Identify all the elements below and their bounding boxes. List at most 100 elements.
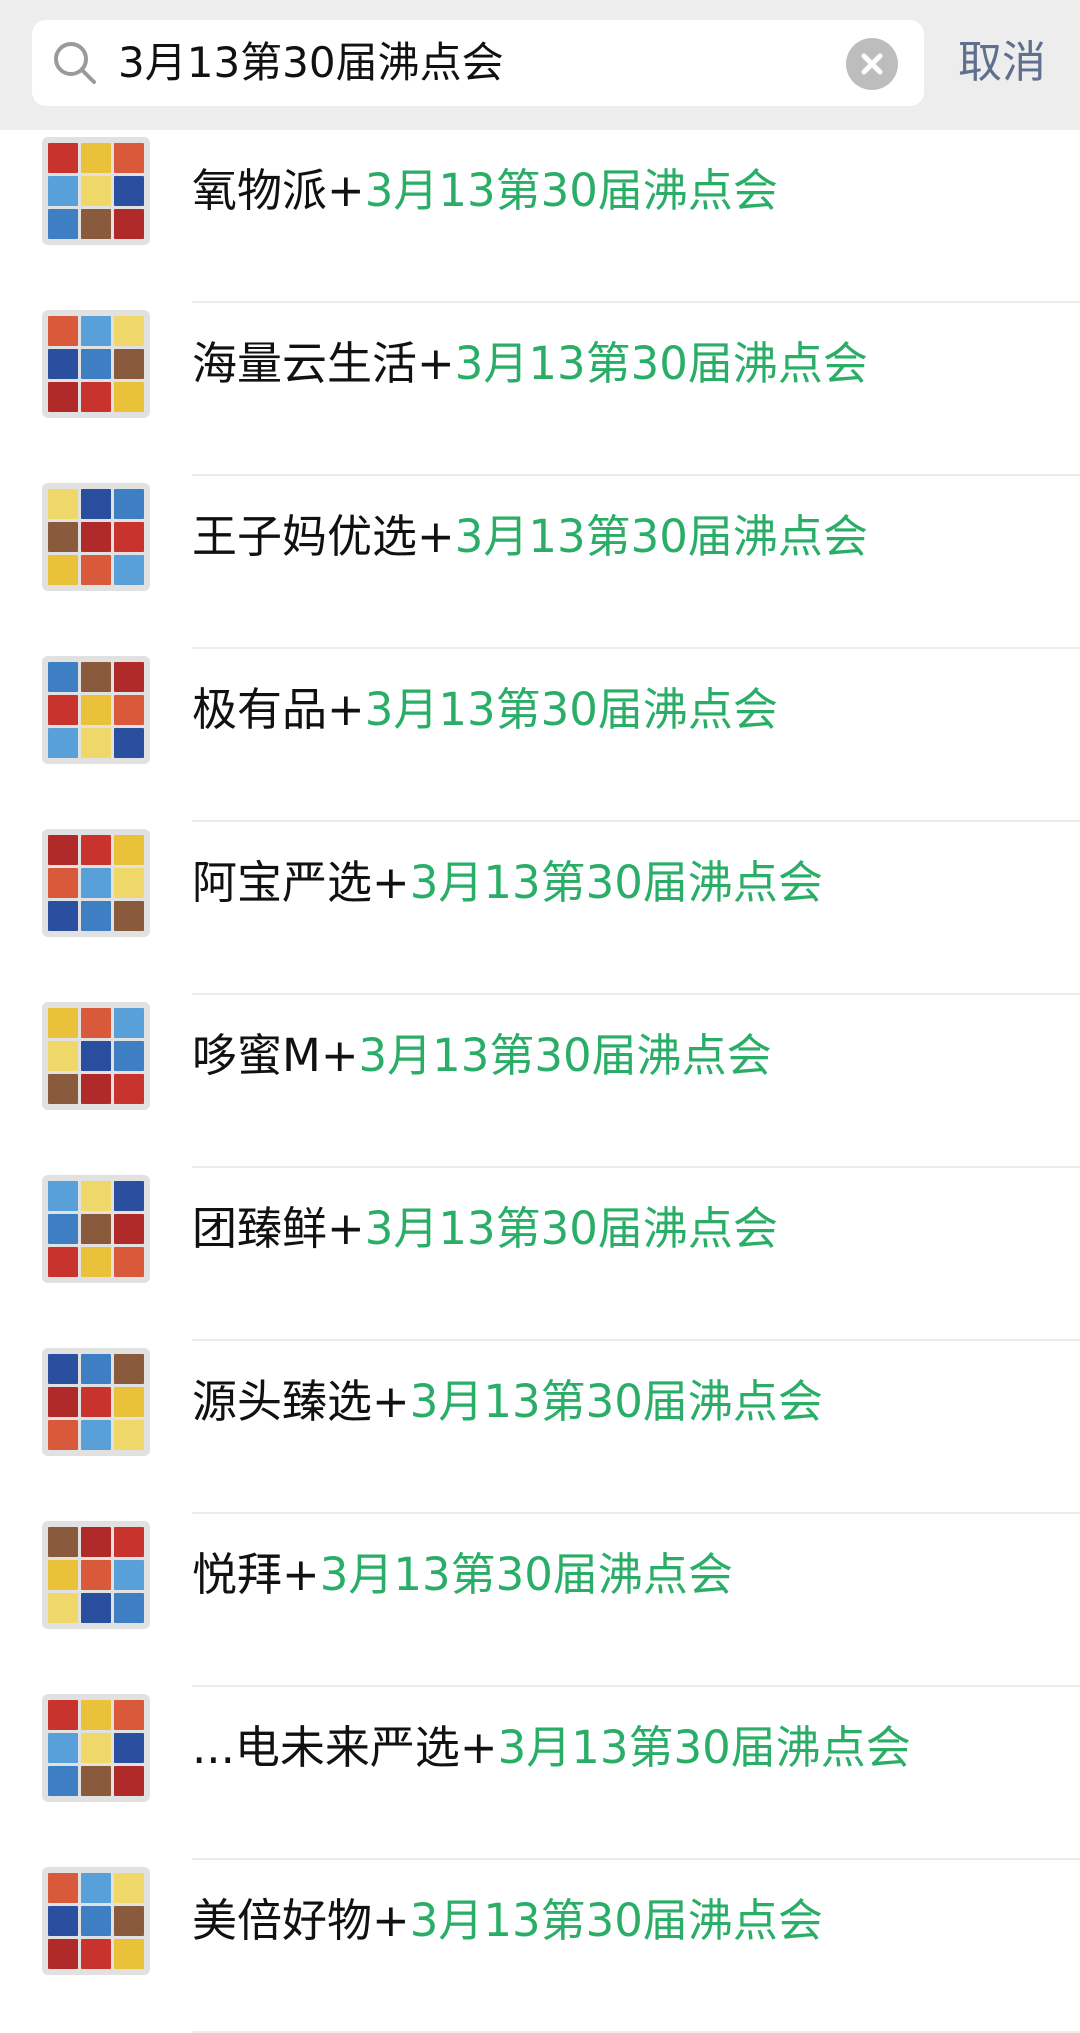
result-title: 源头臻选+3月13第30届沸点会 [192,1348,823,1456]
avatar-tile [81,728,111,758]
group-avatar [42,1867,150,1975]
avatar-tile [114,662,144,692]
avatar-tile [114,489,144,519]
avatar-tile [48,209,78,239]
avatar-tile [81,1700,111,1730]
avatar-tile [114,1906,144,1936]
result-match-highlight: 3月13第30届沸点会 [409,1894,823,1947]
avatar-tile [48,1700,78,1730]
avatar-tile [48,1527,78,1557]
result-item[interactable]: 悦拜+3月13第30届沸点会 [0,1514,1080,1687]
avatar-tile [81,1593,111,1623]
avatar-tile [48,1733,78,1763]
avatar-tile [81,1181,111,1211]
avatar-tile [114,835,144,865]
result-title: 氧物派+3月13第30届沸点会 [192,137,778,245]
result-match-highlight: 3月13第30届沸点会 [358,1029,772,1082]
avatar-tile [81,1873,111,1903]
result-item[interactable]: 王子妈优选+3月13第30届沸点会 [0,476,1080,649]
group-avatar [42,1175,150,1283]
avatar-tile [81,1214,111,1244]
avatar-tile [114,1214,144,1244]
avatar-tile [81,489,111,519]
avatar-tile [81,1766,111,1796]
avatar-tile [48,1354,78,1384]
avatar-tile [81,209,111,239]
result-name: 阿宝严选+ [192,856,410,909]
avatar-tile [114,209,144,239]
result-name: 海量云生活+ [192,337,455,390]
avatar-tile [48,1873,78,1903]
avatar-tile [81,695,111,725]
avatar-tile [81,1906,111,1936]
result-match-highlight: 3月13第30届沸点会 [497,1721,911,1774]
result-match-highlight: 3月13第30届沸点会 [454,510,868,563]
avatar-tile [114,868,144,898]
result-item[interactable]: 阿宝严选+3月13第30届沸点会 [0,822,1080,995]
avatar-tile [81,868,111,898]
search-input[interactable]: 3月13第30届沸点会 [118,20,504,106]
avatar-tile [81,1733,111,1763]
avatar-tile [48,1593,78,1623]
avatar-tile [114,1041,144,1071]
avatar-tile [48,901,78,931]
clear-button[interactable] [846,38,898,90]
result-item[interactable]: 源头臻选+3月13第30届沸点会 [0,1341,1080,1514]
avatar-tile [81,1387,111,1417]
avatar-tile [48,1008,78,1038]
avatar-tile [48,316,78,346]
avatar-tile [48,1387,78,1417]
avatar-tile [114,1873,144,1903]
avatar-tile [48,1074,78,1104]
result-item[interactable]: 哆蜜M+3月13第30届沸点会 [0,995,1080,1168]
avatar-tile [81,349,111,379]
avatar-tile [48,868,78,898]
avatar-tile [114,1527,144,1557]
avatar-tile [114,1700,144,1730]
avatar-tile [114,349,144,379]
group-avatar [42,829,150,937]
result-item[interactable]: 极有品+3月13第30届沸点会 [0,649,1080,822]
avatar-tile [114,1593,144,1623]
group-avatar [42,483,150,591]
result-title: 悦拜+3月13第30届沸点会 [192,1521,733,1629]
avatar-tile [114,143,144,173]
group-avatar [42,1002,150,1110]
avatar-tile [48,555,78,585]
avatar-tile [48,349,78,379]
result-match-highlight: 3月13第30届沸点会 [454,337,868,390]
avatar-tile [48,1906,78,1936]
result-name: 悦拜+ [192,1548,320,1601]
result-title: 王子妈优选+3月13第30届沸点会 [192,483,868,591]
result-title: 极有品+3月13第30届沸点会 [192,656,778,764]
result-item[interactable]: 氧物派+3月13第30届沸点会 [0,130,1080,303]
result-item[interactable]: 海量云生活+3月13第30届沸点会 [0,303,1080,476]
group-avatar [42,310,150,418]
close-icon [861,53,883,75]
cancel-button[interactable]: 取消 [958,20,1046,106]
avatar-tile [48,835,78,865]
search-box[interactable]: 3月13第30届沸点会 [32,20,924,106]
avatar-tile [114,1733,144,1763]
avatar-tile [114,695,144,725]
avatar-tile [48,143,78,173]
search-icon [54,42,96,84]
avatar-tile [81,382,111,412]
avatar-tile [114,1181,144,1211]
result-item[interactable]: 美倍好物+3月13第30届沸点会 [0,1860,1080,2033]
avatar-tile [114,1074,144,1104]
avatar-tile [114,728,144,758]
avatar-tile [114,1247,144,1277]
avatar-tile [114,1420,144,1450]
avatar-tile [48,1247,78,1277]
avatar-tile [114,555,144,585]
result-item[interactable]: 团臻鲜+3月13第30届沸点会 [0,1168,1080,1341]
avatar-tile [48,1181,78,1211]
group-avatar [42,1521,150,1629]
result-match-highlight: 3月13第30届沸点会 [409,856,823,909]
avatar-tile [114,1939,144,1969]
result-item[interactable]: ...电未来严选+3月13第30届沸点会 [0,1687,1080,1860]
avatar-tile [114,1387,144,1417]
avatar-tile [81,316,111,346]
result-match-highlight: 3月13第30届沸点会 [319,1548,733,1601]
